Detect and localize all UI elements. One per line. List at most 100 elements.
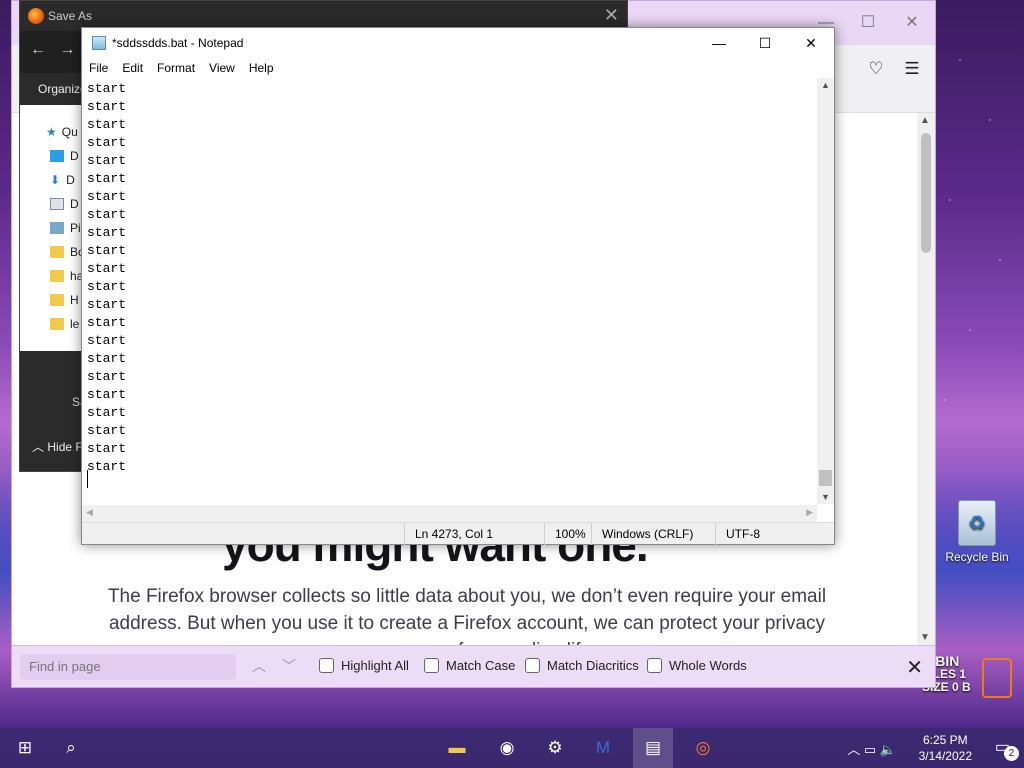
- find-next-icon[interactable]: ﹀: [282, 656, 296, 676]
- menu-format[interactable]: Format: [150, 58, 202, 78]
- text-line: start: [87, 297, 127, 312]
- tree-item-folder[interactable]: ha: [50, 269, 83, 283]
- notepad-horizontal-scrollbar[interactable]: ◀ ▶: [82, 505, 817, 522]
- clock-time: 6:25 PM: [922, 733, 968, 747]
- close-icon[interactable]: ✕: [902, 13, 922, 33]
- text-line: start: [87, 117, 127, 132]
- whole-words-label: Whole Words: [669, 658, 747, 673]
- scroll-up-icon[interactable]: ▲: [920, 115, 930, 126]
- match-diacritics-checkbox[interactable]: Match Diacritics: [525, 658, 639, 673]
- checkbox-icon: [424, 658, 439, 673]
- text-line: start: [87, 171, 127, 186]
- tree-item-folder[interactable]: H: [50, 293, 79, 307]
- search-icon[interactable]: ⌕: [58, 735, 84, 761]
- firefox-taskbar-icon[interactable]: ◎: [690, 735, 716, 761]
- cursor-position: Ln 4273, Col 1: [404, 523, 544, 545]
- taskbar: ⊞ ⌕ ▬ ◉ ⚙ M ▤ ◎ ︿ ▭ 🔈 6:25 PM 3/14/2022 …: [0, 728, 1024, 768]
- tree-item-desktop[interactable]: D: [50, 149, 79, 163]
- tree-item-downloads[interactable]: ⬇ D: [50, 173, 75, 187]
- find-in-page-input[interactable]: [20, 654, 236, 680]
- text-line: start: [87, 459, 127, 474]
- highlight-all-label: Highlight All: [341, 658, 409, 673]
- hide-folders-label: Hide F: [47, 440, 83, 454]
- forward-arrow-icon[interactable]: →: [59, 41, 75, 58]
- recycle-bin-desktop-icon[interactable]: Recycle Bin: [942, 500, 1012, 564]
- notepad-icon: [92, 36, 106, 50]
- windows-start-icon[interactable]: ⊞: [12, 735, 38, 761]
- volume-icon[interactable]: 🔈: [880, 742, 896, 757]
- malwarebytes-icon[interactable]: M: [590, 735, 616, 761]
- find-bar: ︿ ﹀ Highlight All Match Case Match Diacr…: [12, 645, 935, 687]
- navigation-tree: ★ Qu D ⬇ D D Pi Bo ha H le: [20, 105, 90, 351]
- settings-gear-icon[interactable]: ⚙: [542, 735, 568, 761]
- text-line: start: [87, 423, 127, 438]
- scroll-thumb[interactable]: [921, 133, 931, 253]
- tree-label: D: [66, 173, 75, 187]
- tree-item-pictures[interactable]: Pi: [50, 221, 81, 235]
- text-line: start: [87, 207, 127, 222]
- text-line: start: [87, 225, 127, 240]
- folder-icon: [50, 246, 64, 258]
- maximize-icon[interactable]: ☐: [742, 28, 788, 58]
- folder-icon: [50, 318, 64, 330]
- taskbar-clock[interactable]: 6:25 PM 3/14/2022: [919, 732, 972, 764]
- recycle-bin-icon: [958, 500, 996, 546]
- notification-center-icon[interactable]: ▭ 2: [995, 737, 1019, 761]
- close-icon[interactable]: ✕: [788, 28, 834, 58]
- pocket-icon[interactable]: ♡: [864, 57, 888, 81]
- download-icon: ⬇: [50, 173, 61, 187]
- notepad-text-area[interactable]: start start start start start start start start…: [82, 78, 817, 504]
- tree-item-documents[interactable]: D: [50, 197, 79, 211]
- chevron-up-icon[interactable]: ︿: [847, 742, 860, 757]
- folder-icon: [50, 294, 64, 306]
- notepad-taskbar-icon[interactable]: ▤: [633, 728, 673, 768]
- hide-folders-button[interactable]: ︿ Hide F: [32, 438, 83, 455]
- menu-view[interactable]: View: [202, 58, 242, 78]
- text-line: start: [87, 387, 127, 402]
- text-line: start: [87, 261, 127, 276]
- file-explorer-icon[interactable]: ▬: [444, 735, 470, 761]
- find-bar-close-icon[interactable]: ✕: [906, 655, 923, 680]
- clock-date: 3/14/2022: [918, 749, 972, 763]
- chevron-up-icon: ︿: [32, 440, 45, 454]
- scroll-down-icon[interactable]: ▼: [821, 492, 830, 502]
- text-line: start: [87, 189, 127, 204]
- text-line: start: [87, 441, 127, 456]
- tree-label: Pi: [70, 221, 81, 235]
- scroll-right-icon[interactable]: ▶: [806, 507, 813, 518]
- menu-edit[interactable]: Edit: [115, 58, 150, 78]
- maximize-icon[interactable]: ☐: [858, 13, 878, 33]
- scroll-up-icon[interactable]: ▲: [821, 80, 830, 90]
- find-previous-icon[interactable]: ︿: [252, 656, 266, 676]
- back-arrow-icon[interactable]: ←: [30, 41, 46, 58]
- checkbox-icon: [647, 658, 662, 673]
- tree-label: H: [70, 293, 79, 307]
- tree-item-folder[interactable]: Bo: [50, 245, 85, 259]
- save-as-title: Save As: [48, 9, 93, 23]
- bin-widget-icon: [982, 658, 1012, 698]
- match-case-checkbox[interactable]: Match Case: [424, 658, 515, 673]
- scroll-down-icon[interactable]: ▼: [920, 632, 930, 643]
- chrome-icon[interactable]: ◉: [494, 735, 520, 761]
- scroll-thumb[interactable]: [819, 470, 832, 486]
- menu-file[interactable]: File: [82, 58, 115, 78]
- notepad-vertical-scrollbar[interactable]: ▲ ▼: [817, 78, 834, 504]
- tree-item-folder[interactable]: le: [50, 317, 79, 331]
- text-line: start: [87, 405, 127, 420]
- network-icon[interactable]: ▭: [864, 742, 876, 757]
- whole-words-checkbox[interactable]: Whole Words: [647, 658, 747, 673]
- minimize-icon[interactable]: —: [696, 28, 742, 58]
- tree-item-quick-access[interactable]: ★ Qu: [46, 125, 78, 139]
- line-endings: Windows (CRLF): [591, 523, 715, 545]
- firefox-vertical-scrollbar[interactable]: ▲ ▼: [917, 113, 935, 645]
- close-icon[interactable]: ✕: [604, 5, 619, 26]
- scroll-left-icon[interactable]: ◀: [86, 507, 93, 518]
- notepad-title: *sddssdds.bat - Notepad: [112, 36, 244, 50]
- menu-help[interactable]: Help: [242, 58, 281, 78]
- page-paragraph: The Firefox browser collects so little d…: [107, 586, 827, 645]
- hamburger-menu-icon[interactable]: ☰: [900, 57, 924, 81]
- match-diacritics-label: Match Diacritics: [547, 658, 639, 673]
- tree-label: le: [70, 317, 80, 331]
- highlight-all-checkbox[interactable]: Highlight All: [319, 658, 409, 673]
- pictures-icon: [50, 222, 64, 234]
